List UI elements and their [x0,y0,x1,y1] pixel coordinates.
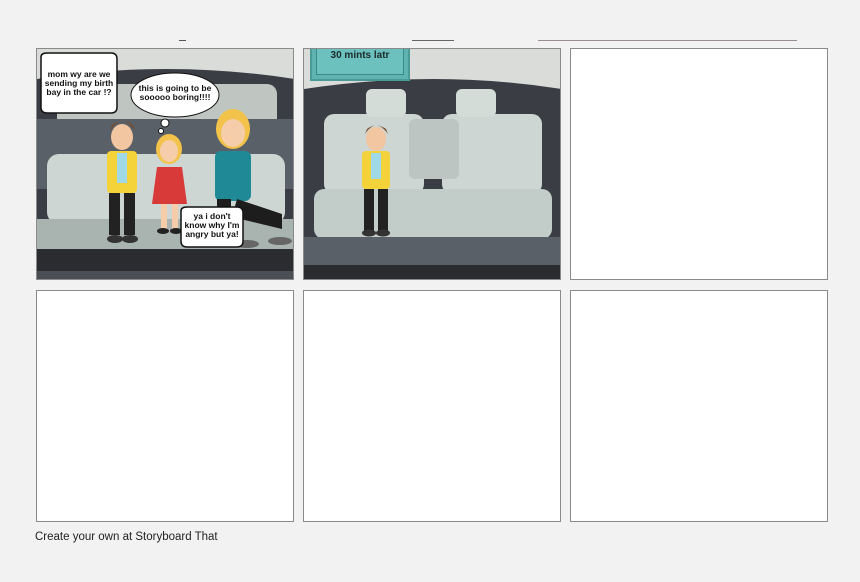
top-divider-line-mid [412,40,454,41]
storyboard-cell-1[interactable]: mom wy are we sending my birth bay in th… [36,48,294,280]
storyboard-cell-4[interactable] [36,290,294,522]
storyboard-cell-6[interactable] [570,290,828,522]
top-divider-line-right [538,40,797,41]
speech-bubble-girl: this is going to be sooooo boring!!!! [138,83,212,102]
caption-text: 30 mints latr [330,50,390,61]
footer-link[interactable]: Create your own at Storyboard That [35,531,218,543]
storyboard-cell-5[interactable] [303,290,561,522]
storyboard-cell-3[interactable] [570,48,828,280]
car-rear-seat-illustration [304,49,560,279]
speech-bubble-boy: mom wy are we sending my birth bay in th… [44,69,114,97]
storyboard-cell-2[interactable]: 30 mints latr [303,48,561,280]
top-divider-line-left [179,40,186,41]
speech-bubble-mom: ya i don't know why I'm angry but ya! [184,211,240,239]
